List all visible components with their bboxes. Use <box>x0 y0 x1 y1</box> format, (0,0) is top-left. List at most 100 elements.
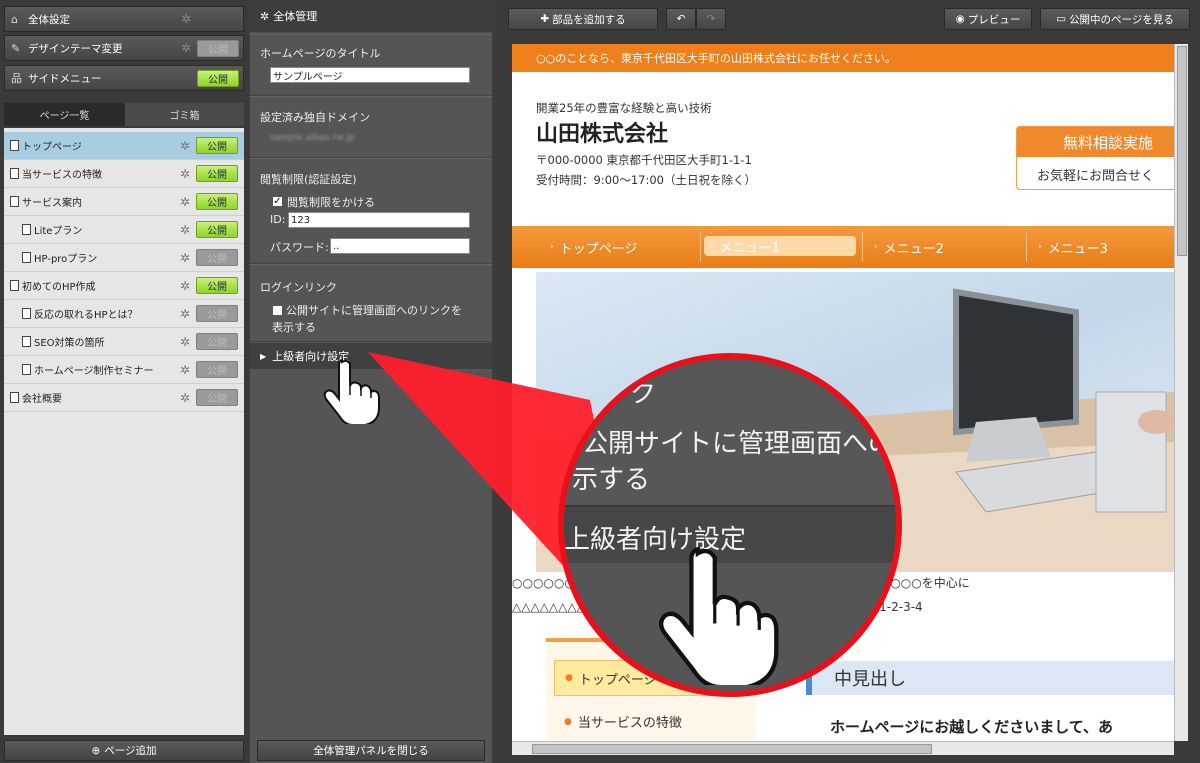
gear-icon[interactable]: ✲ <box>180 279 190 293</box>
plus-circle-icon: ⊕ <box>91 744 101 757</box>
gear-icon[interactable]: ✲ <box>180 195 190 209</box>
add-part-button[interactable]: ✚ 部品を追加する <box>508 8 658 30</box>
page-item-lite-plan[interactable]: Liteプラン ✲ 公開 <box>4 216 244 244</box>
design-theme-button[interactable]: ✎ デザインテーマ変更 ✲ 公開 <box>4 35 244 61</box>
publish-toggle[interactable]: 公開 <box>196 193 238 210</box>
gear-icon[interactable]: ✲ <box>180 139 190 153</box>
subnav-item-features[interactable]: ● 当サービスの特徴 <box>564 712 682 731</box>
redo-icon: ↷ <box>706 13 716 25</box>
gear-icon[interactable]: ✲ <box>180 335 190 349</box>
publish-toggle[interactable]: 公開 <box>196 137 238 154</box>
page-item-first-hp[interactable]: 初めてのHP作成 ✲ 公開 <box>4 272 244 300</box>
global-settings-button[interactable]: ⌂ 全体設定 ✲ <box>4 6 244 32</box>
sidebar-tabs: ページ一覧 ゴミ箱 <box>4 103 244 126</box>
nav-divider <box>700 232 701 262</box>
publish-toggle[interactable]: 公開 <box>196 305 238 322</box>
publish-toggle[interactable]: 公開 <box>197 40 239 57</box>
chevron-right-icon: › <box>874 242 878 252</box>
publish-toggle[interactable]: 公開 <box>196 165 238 182</box>
zoom-hand-cursor-icon <box>659 546 779 685</box>
page-item-seo[interactable]: SEO対策の箇所 ✲ 公開 <box>4 328 244 356</box>
page-item-top[interactable]: トップページ ✲ 公開 <box>4 132 244 160</box>
publish-toggle[interactable]: 公開 <box>196 361 238 378</box>
page-item-label: トップページ <box>22 142 82 153</box>
preview-button[interactable]: ◉ プレビュー <box>944 8 1032 30</box>
close-panel-button[interactable]: 全体管理パネルを閉じる <box>257 740 485 761</box>
hand-cursor-icon <box>323 358 380 424</box>
nav-item-top[interactable]: › トップページ <box>550 226 637 268</box>
nav-item-menu2[interactable]: › メニュー2 <box>874 226 944 268</box>
site-title-section: ホームページのタイトル <box>250 34 492 96</box>
plus-icon: ✚ <box>540 13 550 25</box>
tab-page-list[interactable]: ページ一覧 <box>4 103 125 126</box>
gear-icon[interactable]: ✲ <box>180 363 190 377</box>
document-icon <box>10 392 19 403</box>
gear-icon[interactable]: ✲ <box>180 391 190 405</box>
publish-toggle[interactable]: 公開 <box>196 333 238 350</box>
document-icon <box>22 224 31 235</box>
consultation-banner[interactable]: 無料相談実施 お気軽にお問合せく <box>1016 126 1174 190</box>
add-page-button[interactable]: ⊕ ページ追加 <box>4 740 244 761</box>
gear-icon[interactable]: ✲ <box>181 41 191 55</box>
brush-icon: ✎ <box>11 41 21 55</box>
publish-toggle[interactable]: 公開 <box>196 389 238 406</box>
gear-icon[interactable]: ✲ <box>180 307 190 321</box>
publish-toggle[interactable]: 公開 <box>196 221 238 238</box>
page-item-company[interactable]: 会社概要 ✲ 公開 <box>4 384 244 412</box>
redo-button[interactable]: ↷ <box>696 8 726 30</box>
page-item-responsive-hp[interactable]: 反応の取れるHPとは？ ✲ 公開 <box>4 300 244 328</box>
password-input[interactable] <box>330 238 470 254</box>
gear-icon[interactable]: ✲ <box>180 167 190 181</box>
zoom-text-1: ンク <box>604 379 657 409</box>
page-item-seminar[interactable]: ホームページ制作セミナー ✲ 公開 <box>4 356 244 384</box>
horizontal-scrollbar[interactable] <box>512 741 1174 755</box>
company-name: 山田株式会社 <box>536 122 669 147</box>
scrollbar-thumb[interactable] <box>1177 46 1187 256</box>
monitor-icon: ▭ <box>1056 13 1067 25</box>
triangle-right-icon: ▶ <box>260 351 267 361</box>
add-part-label: 部品を追加する <box>552 13 626 26</box>
page-item-services[interactable]: サービス案内 ✲ 公開 <box>4 188 244 216</box>
gear-icon[interactable]: ✲ <box>181 12 191 26</box>
domain-label: 設定済み独自ドメイン <box>260 111 370 124</box>
page-item-label: サービス案内 <box>22 198 82 209</box>
view-public-page-button[interactable]: ▭ 公開中のページを見る <box>1040 8 1190 30</box>
domain-section: 設定済み独自ドメイン sample.aibas.ne.jp <box>250 96 492 158</box>
login-link-section: ログインリンク 公開サイトに管理画面へのリンクを表示する <box>250 264 492 342</box>
tab-trash[interactable]: ゴミ箱 <box>125 103 244 126</box>
page-item-label: 当サービスの特徴 <box>22 170 102 181</box>
publish-toggle[interactable]: 公開 <box>196 277 238 294</box>
page-item-hp-pro-plan[interactable]: HP-proプラン ✲ 公開 <box>4 244 244 272</box>
publish-toggle[interactable]: 公開 <box>197 70 239 87</box>
chevron-right-icon: › <box>710 241 714 251</box>
sitemap-icon: 品 <box>11 72 22 85</box>
page-item-features[interactable]: 当サービスの特徴 ✲ 公開 <box>4 160 244 188</box>
home-icon: ⌂ <box>11 12 18 26</box>
site-title-input[interactable] <box>270 67 470 83</box>
gear-icon[interactable]: ✲ <box>180 223 190 237</box>
document-icon <box>22 252 31 263</box>
document-icon <box>22 336 31 347</box>
id-input[interactable] <box>288 212 470 228</box>
zoom-text-3: 示する <box>572 465 651 495</box>
cta-subtext: お気軽にお問合せく <box>1037 169 1155 184</box>
gear-icon[interactable]: ✲ <box>180 251 190 265</box>
nav-item-menu1[interactable]: › メニュー1 <box>704 236 856 256</box>
document-icon <box>10 280 19 291</box>
vertical-scrollbar[interactable] <box>1174 44 1188 741</box>
site-title-label: ホームページのタイトル <box>260 47 381 60</box>
scrollbar-thumb[interactable] <box>532 744 932 754</box>
access-checkbox[interactable]: ✓ <box>272 196 283 207</box>
publish-toggle[interactable]: 公開 <box>196 249 238 266</box>
side-menu-label: サイドメニュー <box>28 72 102 85</box>
zoom-text-2: 公開サイトに管理画面へのリ <box>582 429 902 459</box>
access-checkbox-label: 閲覧制限をかける <box>287 196 375 209</box>
nav-divider <box>862 232 863 262</box>
page-item-label: Liteプラン <box>34 226 83 237</box>
undo-button[interactable]: ↶ <box>666 8 696 30</box>
document-icon <box>10 168 19 179</box>
welcome-text: ホームページにお越しくださいまして、あ <box>830 718 1114 736</box>
add-page-label: ページ追加 <box>104 745 157 757</box>
side-menu-button[interactable]: 品 サイドメニュー 公開 <box>4 65 244 91</box>
nav-item-menu3[interactable]: › メニュー3 <box>1038 226 1108 268</box>
